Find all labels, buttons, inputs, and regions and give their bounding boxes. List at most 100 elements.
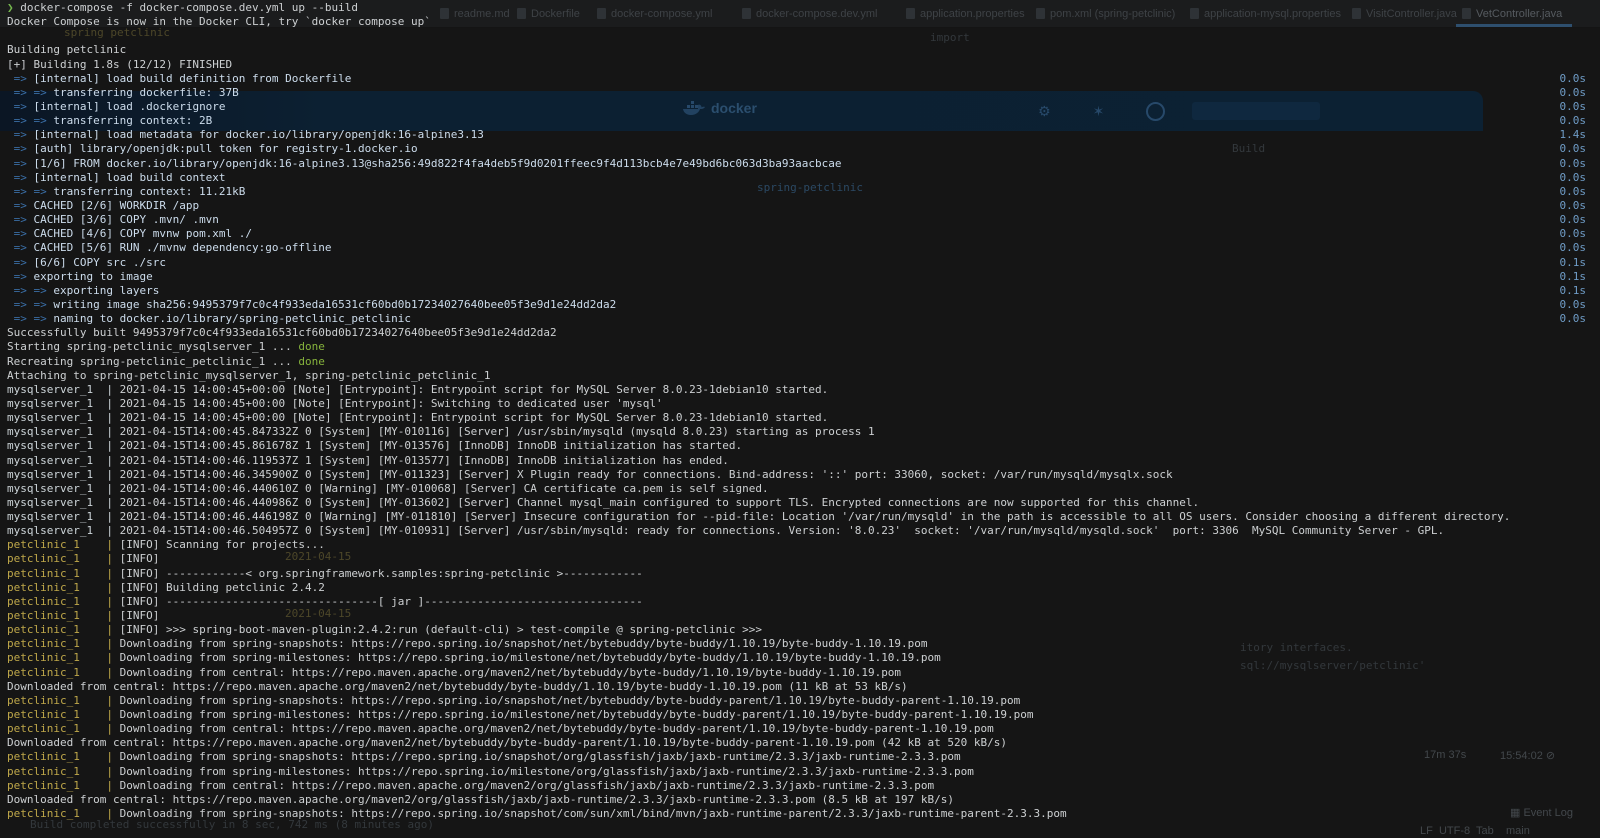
terminal-line (7, 29, 1600, 43)
terminal-line: => => transferring dockerfile: 37B0.0s (7, 86, 1600, 100)
terminal-text-segment: Downloading from central: https://repo.m… (120, 779, 935, 792)
terminal-text-segment: CACHED [3/6] COPY .mvn/ .mvn (34, 213, 219, 226)
terminal-line: petclinic_1 | Downloading from spring-sn… (7, 694, 1600, 708)
terminal-line: => => writing image sha256:9495379f7c0c4… (7, 298, 1600, 312)
build-step-duration: 0.0s (1560, 171, 1587, 185)
terminal-text-segment: done (298, 340, 325, 353)
terminal-text-segment: Attaching to spring-petclinic_mysqlserve… (7, 369, 490, 382)
terminal-line: => => naming to docker.io/library/spring… (7, 312, 1600, 326)
terminal-line: => [1/6] FROM docker.io/library/openjdk:… (7, 157, 1600, 171)
build-step-duration: 0.0s (1560, 86, 1587, 100)
terminal-line: petclinic_1 | Downloading from spring-mi… (7, 651, 1600, 665)
terminal-line: => => transferring context: 11.21kB0.0s (7, 185, 1600, 199)
terminal-text-segment: petclinic_1 | (7, 779, 120, 792)
terminal-line: petclinic_1 | Downloading from central: … (7, 666, 1600, 680)
terminal-text-segment: writing image sha256:9495379f7c0c4f933ed… (53, 298, 616, 311)
terminal-line: => CACHED [3/6] COPY .mvn/ .mvn0.0s (7, 213, 1600, 227)
terminal-text-segment: 2021-04-15T14:00:46.345900Z 0 [System] [… (120, 468, 1173, 481)
build-step-duration: 0.1s (1560, 284, 1587, 298)
terminal-text-segment: [internal] load .dockerignore (34, 100, 226, 113)
terminal-text-segment: => (7, 256, 34, 269)
terminal-text-segment: => (7, 199, 34, 212)
terminal-text-segment: [internal] load build definition from Do… (34, 72, 352, 85)
terminal-line: => => transferring context: 2B0.0s (7, 114, 1600, 128)
terminal-text-segment: 2021-04-15 14:00:45+00:00 [Note] [Entryp… (120, 397, 663, 410)
terminal-text-segment: petclinic_1 | (7, 609, 120, 622)
terminal-line: [+] Building 1.8s (12/12) FINISHED (7, 58, 1600, 72)
screen: readme.mdDockerfiledocker-compose.ymldoc… (0, 0, 1600, 838)
terminal-text-segment: mysqlserver_1 | (7, 397, 120, 410)
terminal-text-segment: 2021-04-15T14:00:46.440610Z 0 [Warning] … (120, 482, 769, 495)
terminal-text-segment: => => (7, 114, 53, 127)
terminal-text-segment: docker-compose -f docker-compose.dev.yml… (20, 1, 358, 14)
terminal-line: mysqlserver_1 | 2021-04-15T14:00:46.4461… (7, 510, 1600, 524)
terminal-text-segment: CACHED [5/6] RUN ./mvnw dependency:go-of… (34, 241, 332, 254)
terminal-text-segment: => (7, 142, 34, 155)
terminal-line: => => exporting layers0.1s (7, 284, 1600, 298)
terminal-text-segment: petclinic_1 | (7, 552, 120, 565)
terminal-text-segment: [INFO] Building petclinic 2.4.2 (120, 581, 325, 594)
terminal-text-segment: [INFO] (120, 552, 160, 565)
terminal-text-segment: done (298, 355, 325, 368)
terminal-text-segment: Docker Compose is now in the Docker CLI,… (7, 15, 431, 28)
terminal-line: Downloaded from central: https://repo.ma… (7, 793, 1600, 807)
terminal-text-segment: [INFO] >>> spring-boot-maven-plugin:2.4.… (120, 623, 762, 636)
build-step-duration: 0.0s (1560, 72, 1587, 86)
terminal-text-segment: Downloading from spring-snapshots: https… (120, 637, 928, 650)
terminal-line: petclinic_1 | [INFO] -------------------… (7, 595, 1600, 609)
terminal-line: mysqlserver_1 | 2021-04-15T14:00:46.5049… (7, 524, 1600, 538)
terminal-text-segment: transferring context: 11.21kB (53, 185, 245, 198)
terminal-line: ❯ docker-compose -f docker-compose.dev.y… (7, 1, 1600, 15)
terminal-text-segment: Downloaded from central: https://repo.ma… (7, 793, 954, 806)
terminal-text-segment: Recreating spring-petclinic_petclinic_1 … (7, 355, 298, 368)
terminal-text-segment: petclinic_1 | (7, 637, 120, 650)
terminal-text-segment: petclinic_1 | (7, 623, 120, 636)
terminal-line: Starting spring-petclinic_mysqlserver_1 … (7, 340, 1600, 354)
terminal-text-segment: exporting layers (53, 284, 159, 297)
terminal-text-segment: [6/6] COPY src ./src (34, 256, 166, 269)
terminal-line: => CACHED [4/6] COPY mvnw pom.xml ./0.0s (7, 227, 1600, 241)
build-step-duration: 0.0s (1560, 199, 1587, 213)
terminal-text-segment: => (7, 227, 34, 240)
terminal-text-segment: Downloading from central: https://repo.m… (120, 666, 901, 679)
terminal-line: petclinic_1 | [INFO] (7, 609, 1600, 623)
terminal-text-segment: Downloaded from central: https://repo.ma… (7, 736, 1007, 749)
build-step-duration: 0.0s (1560, 142, 1587, 156)
terminal-line: petclinic_1 | Downloading from spring-mi… (7, 708, 1600, 722)
terminal-text-segment: petclinic_1 | (7, 595, 120, 608)
build-step-duration: 0.1s (1560, 270, 1587, 284)
terminal-line: petclinic_1 | [INFO] >>> spring-boot-mav… (7, 623, 1600, 637)
terminal-text-segment: 2021-04-15T14:00:46.504957Z 0 [System] [… (120, 524, 1445, 537)
build-step-duration: 0.0s (1560, 100, 1587, 114)
terminal-line: => CACHED [5/6] RUN ./mvnw dependency:go… (7, 241, 1600, 255)
terminal-text-segment: Downloading from spring-snapshots: https… (120, 750, 961, 763)
terminal-text-segment: [internal] load metadata for docker.io/l… (34, 128, 484, 141)
terminal-line: petclinic_1 | Downloading from spring-mi… (7, 765, 1600, 779)
terminal-line: petclinic_1 | Downloading from spring-sn… (7, 750, 1600, 764)
terminal-line: petclinic_1 | Downloading from central: … (7, 779, 1600, 793)
terminal-line: mysqlserver_1 | 2021-04-15T14:00:46.4406… (7, 482, 1600, 496)
terminal-text-segment: mysqlserver_1 | (7, 454, 120, 467)
terminal-line: petclinic_1 | Downloading from spring-sn… (7, 807, 1600, 821)
terminal-line: mysqlserver_1 | 2021-04-15T14:00:46.1195… (7, 454, 1600, 468)
terminal-text-segment: mysqlserver_1 | (7, 468, 120, 481)
terminal-text-segment: Downloading from spring-milestones: http… (120, 708, 1034, 721)
build-step-duration: 0.0s (1560, 157, 1587, 171)
terminal-text-segment: 2021-04-15T14:00:46.440986Z 0 [System] [… (120, 496, 1199, 509)
terminal-line: Recreating spring-petclinic_petclinic_1 … (7, 355, 1600, 369)
terminal-line: mysqlserver_1 | 2021-04-15 14:00:45+00:0… (7, 411, 1600, 425)
build-step-duration: 0.0s (1560, 213, 1587, 227)
terminal-output[interactable]: ❯ docker-compose -f docker-compose.dev.y… (0, 0, 1600, 838)
terminal-text-segment: [+] Building 1.8s (12/12) FINISHED (7, 58, 232, 71)
terminal-text-segment: => (7, 270, 34, 283)
terminal-text-segment: CACHED [4/6] COPY mvnw pom.xml ./ (34, 227, 253, 240)
terminal-line: => [internal] load .dockerignore0.0s (7, 100, 1600, 114)
terminal-text-segment: [INFO] --------------------------------[… (120, 595, 643, 608)
terminal-text-segment: Downloading from central: https://repo.m… (120, 722, 994, 735)
terminal-line: petclinic_1 | Downloading from central: … (7, 722, 1600, 736)
terminal-text-segment: [auth] library/openjdk:pull token for re… (34, 142, 418, 155)
terminal-line: mysqlserver_1 | 2021-04-15 14:00:45+00:0… (7, 397, 1600, 411)
terminal-line: mysqlserver_1 | 2021-04-15 14:00:45+00:0… (7, 383, 1600, 397)
terminal-text-segment: petclinic_1 | (7, 807, 120, 820)
terminal-text-segment: petclinic_1 | (7, 567, 120, 580)
